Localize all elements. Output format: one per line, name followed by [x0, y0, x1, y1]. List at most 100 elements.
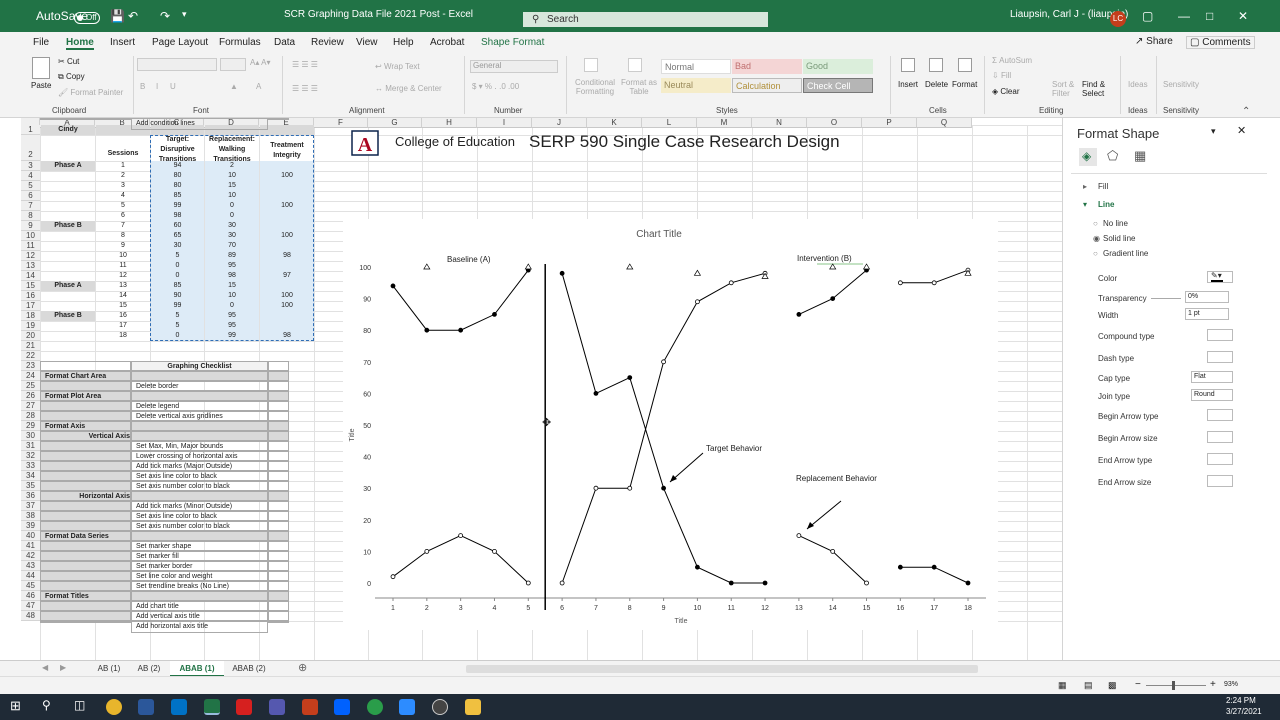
font-color-icon[interactable]: A — [256, 82, 261, 91]
data-cell[interactable] — [260, 191, 314, 201]
phase-label[interactable]: Phase B — [41, 221, 95, 231]
integrity-marker[interactable] — [829, 263, 837, 270]
checklist-item[interactable]: Set axis line color to black — [131, 511, 268, 521]
chart-title[interactable]: Chart Title — [636, 229, 682, 240]
insert-cells-button[interactable]: Insert — [898, 80, 918, 89]
row-header-26[interactable]: 26 — [21, 391, 40, 401]
data-cell[interactable] — [260, 261, 314, 271]
checklist-item[interactable]: Add vertical axis title — [131, 611, 268, 621]
row-header-27[interactable]: 27 — [21, 401, 40, 411]
row-header-39[interactable]: 39 — [21, 521, 40, 531]
integrity-marker[interactable] — [524, 263, 532, 270]
tab-data[interactable]: Data — [274, 37, 295, 48]
data-cell[interactable]: 30 — [205, 231, 259, 241]
data-cell[interactable] — [260, 241, 314, 251]
integrity-marker[interactable] — [862, 263, 871, 270]
checklist-checkbox[interactable] — [268, 421, 289, 431]
row-header-16[interactable]: 16 — [21, 291, 40, 301]
font-size-box[interactable] — [220, 58, 246, 71]
format-painter-button[interactable]: 🖌 Format Painter — [58, 88, 123, 97]
italic-icon[interactable]: I — [156, 82, 158, 91]
task-view-icon[interactable]: ◫ — [74, 698, 85, 712]
close-icon[interactable]: ✕ — [1238, 9, 1248, 23]
tab-view[interactable]: View — [356, 37, 378, 48]
target-marker[interactable] — [830, 296, 836, 301]
checklist-item[interactable]: Set axis number color to black — [131, 481, 268, 491]
cell-a1-name[interactable]: Cindy — [41, 125, 95, 135]
row-header-12[interactable]: 12 — [21, 251, 40, 261]
checklist-checkbox[interactable] — [268, 118, 289, 120]
row-header-17[interactable]: 17 — [21, 301, 40, 311]
checklist-blank[interactable] — [40, 441, 131, 451]
color-picker[interactable]: ✎▾ — [1207, 271, 1233, 283]
row-header-4[interactable]: 4 — [21, 171, 40, 181]
checklist-checkbox[interactable] — [268, 491, 289, 501]
join-type-dropdown[interactable]: Round — [1191, 389, 1233, 401]
checklist-item[interactable]: Lower crossing of horizontal axis — [131, 451, 268, 461]
row-header-2[interactable]: 2 — [21, 135, 40, 161]
add-sheet-icon[interactable]: ⊕ — [298, 661, 307, 674]
replacement-marker[interactable] — [796, 533, 802, 539]
row-header-10[interactable]: 10 — [21, 231, 40, 241]
excel-icon[interactable] — [204, 699, 220, 715]
gradient-line-radio[interactable]: ○ — [1093, 249, 1098, 258]
sheet-tab-abab-1[interactable]: ABAB (1) — [170, 661, 224, 677]
data-cell[interactable]: 15 — [96, 301, 150, 311]
checklist-blank[interactable] — [40, 451, 131, 461]
align-top-icon[interactable]: ☰ ☰ ☰ — [292, 60, 318, 69]
tab-help[interactable]: Help — [393, 37, 414, 48]
column-header-k[interactable]: K — [587, 118, 642, 128]
data-cell[interactable]: 98 — [260, 331, 314, 341]
row-header-31[interactable]: 31 — [21, 441, 40, 451]
row-header-7[interactable]: 7 — [21, 201, 40, 211]
replacement-marker[interactable] — [830, 548, 836, 554]
data-cell[interactable]: 100 — [260, 291, 314, 301]
row-header-25[interactable]: 25 — [21, 381, 40, 391]
series-line-replacement[interactable] — [798, 535, 867, 584]
zoom-slider[interactable] — [1146, 681, 1206, 690]
paste-icon[interactable] — [32, 57, 50, 79]
style-normal[interactable]: Normal — [661, 59, 731, 74]
data-cell[interactable]: 85 — [151, 191, 204, 201]
target-marker[interactable] — [593, 390, 599, 396]
header-fill[interactable] — [260, 125, 314, 135]
checklist-checkbox[interactable] — [268, 601, 289, 611]
transparency-input[interactable]: 0% — [1185, 291, 1229, 303]
line-collapse-icon[interactable]: ▾ — [1083, 200, 1087, 209]
checklist-blank[interactable] — [40, 611, 131, 621]
merge-center-button[interactable]: ↔ Merge & Center — [375, 84, 442, 93]
row-header-47[interactable]: 47 — [21, 601, 40, 611]
row-header-3[interactable]: 3 — [21, 161, 40, 171]
target-marker[interactable] — [458, 327, 464, 333]
row-header-32[interactable]: 32 — [21, 451, 40, 461]
data-cell[interactable]: 12 — [96, 271, 150, 281]
data-cell[interactable]: 99 — [151, 301, 204, 311]
target-marker[interactable] — [965, 580, 971, 586]
checklist-blank[interactable] — [40, 481, 131, 491]
data-cell[interactable]: 98 — [260, 251, 314, 261]
align-left-icon[interactable]: ☰ ☰ ☰ — [292, 84, 318, 93]
data-cell[interactable] — [260, 321, 314, 331]
format-as-table-button[interactable]: Format as Table — [620, 78, 658, 96]
checklist-checkbox[interactable] — [268, 511, 289, 521]
replacement-marker[interactable] — [897, 280, 903, 286]
column-header-o[interactable]: O — [807, 118, 862, 128]
quick-access-dropdown-icon[interactable]: ▾ — [182, 9, 187, 20]
style-check-cell[interactable]: Check Cell — [803, 78, 873, 93]
end-arrow-size-dropdown[interactable] — [1207, 475, 1233, 487]
zoom-in-icon[interactable]: + — [1210, 679, 1216, 690]
grow-font-icon[interactable]: A▴ A▾ — [250, 58, 270, 67]
data-cell[interactable]: 1 — [96, 161, 150, 171]
checklist-title[interactable]: Graphing Checklist — [131, 361, 268, 371]
collapse-ribbon-icon[interactable]: ⌃ — [1242, 106, 1250, 117]
replacement-marker[interactable] — [492, 548, 497, 554]
data-cell[interactable] — [260, 221, 314, 231]
column-header-j[interactable]: J — [532, 118, 587, 128]
format-cells-button[interactable]: Format — [952, 80, 977, 89]
autosum-button[interactable]: Σ AutoSum — [992, 56, 1032, 65]
checklist-cell[interactable] — [40, 361, 131, 371]
outlook-icon[interactable] — [171, 699, 187, 715]
tab-acrobat[interactable]: Acrobat — [430, 37, 464, 48]
data-cell[interactable]: 80 — [151, 181, 204, 191]
replacement-marker[interactable] — [458, 533, 464, 539]
